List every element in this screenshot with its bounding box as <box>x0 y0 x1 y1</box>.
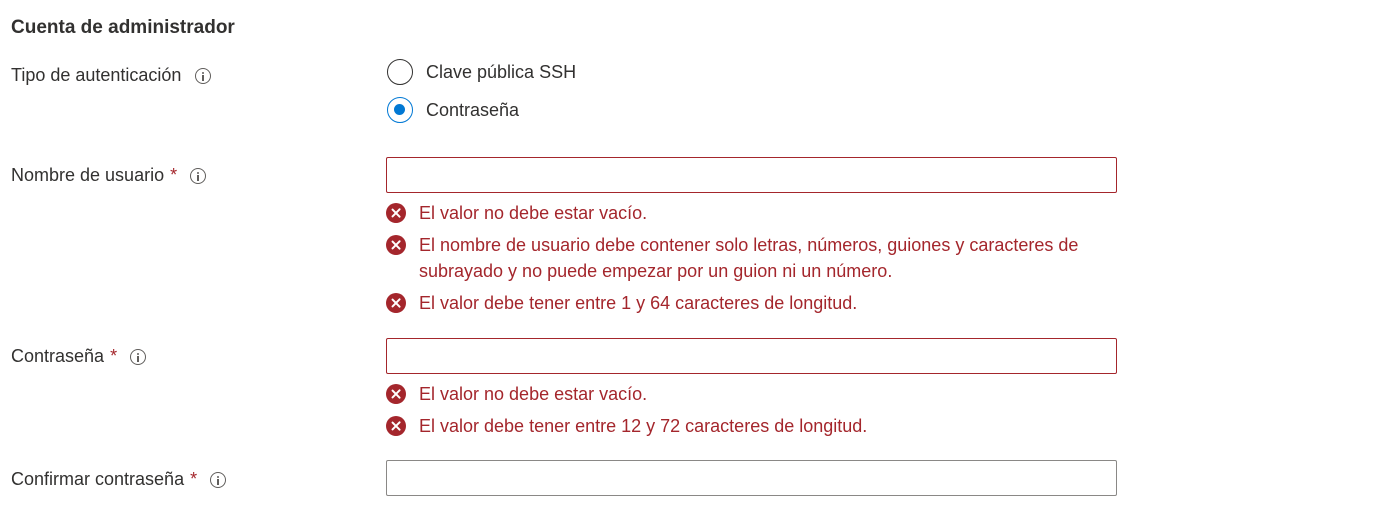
radio-ssh-public-key[interactable]: Clave pública SSH <box>387 59 576 85</box>
username-error-length: El valor debe tener entre 1 y 64 caracte… <box>386 290 1126 316</box>
error-text: El valor no debe estar vacío. <box>419 203 648 223</box>
info-icon[interactable] <box>190 167 207 184</box>
radio-button-ssh[interactable] <box>387 59 413 85</box>
radio-button-password[interactable] <box>387 97 413 123</box>
username-label: Nombre de usuario <box>11 165 165 185</box>
error-circle-icon <box>386 235 406 255</box>
error-text: El nombre de usuario debe contener solo … <box>419 235 1079 281</box>
required-asterisk: * <box>170 165 178 185</box>
password-label: Contraseña <box>11 346 105 366</box>
info-icon[interactable] <box>210 471 227 488</box>
error-text: El valor no debe estar vacío. <box>419 384 648 404</box>
username-label-row: Nombre de usuario * <box>11 165 207 186</box>
auth-type-label: Tipo de autenticación <box>11 65 182 85</box>
username-input[interactable] <box>386 157 1117 193</box>
confirm-password-label: Confirmar contraseña <box>11 469 185 489</box>
radio-password[interactable]: Contraseña <box>387 97 519 123</box>
error-circle-icon <box>386 416 406 436</box>
password-label-row: Contraseña * <box>11 346 147 367</box>
password-input[interactable] <box>386 338 1117 374</box>
info-icon[interactable] <box>130 348 147 365</box>
radio-password-label: Contraseña <box>426 99 520 120</box>
required-asterisk: * <box>110 346 118 366</box>
password-error-empty: El valor no debe estar vacío. <box>386 381 1126 407</box>
error-text: El valor debe tener entre 12 y 72 caract… <box>419 416 868 436</box>
admin-account-form: Cuenta de administrador Tipo de autentic… <box>0 0 1396 508</box>
radio-ssh-label: Clave pública SSH <box>426 61 577 82</box>
error-circle-icon <box>386 203 406 223</box>
required-asterisk: * <box>190 469 198 489</box>
auth-type-label-row: Tipo de autenticación <box>11 65 212 86</box>
username-error-empty: El valor no debe estar vacío. <box>386 200 1126 226</box>
confirm-password-input[interactable] <box>386 460 1117 496</box>
error-circle-icon <box>386 384 406 404</box>
confirm-password-label-row: Confirmar contraseña * <box>11 469 227 490</box>
error-text: El valor debe tener entre 1 y 64 caracte… <box>419 293 858 313</box>
password-error-length: El valor debe tener entre 12 y 72 caract… <box>386 413 1126 439</box>
section-title: Cuenta de administrador <box>11 17 235 38</box>
info-icon[interactable] <box>195 67 212 84</box>
error-circle-icon <box>386 293 406 313</box>
username-error-format: El nombre de usuario debe contener solo … <box>386 232 1126 284</box>
